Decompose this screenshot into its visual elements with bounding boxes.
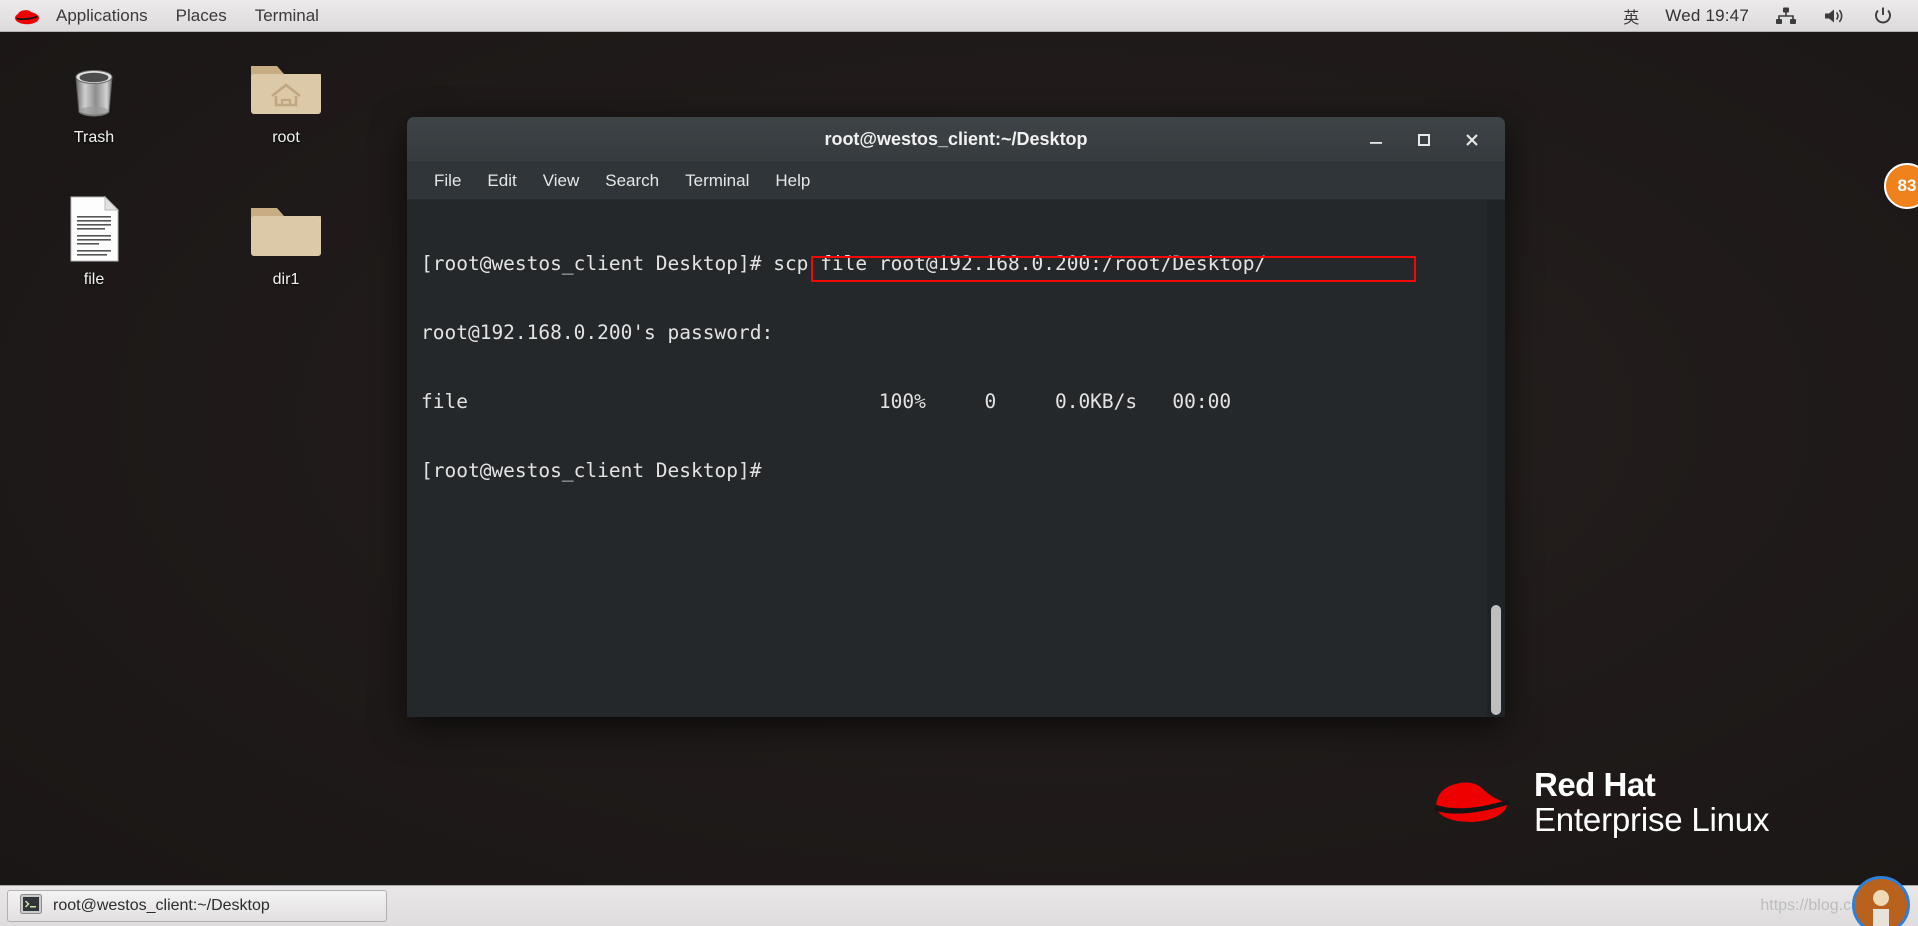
terminal-line: file 100% 0 0.0KB/s 00:00 <box>421 390 1232 413</box>
top-panel-right: 英 Wed 19:47 <box>1610 0 1918 31</box>
desktop-icon-label: file <box>83 271 105 288</box>
folder-icon <box>230 188 342 264</box>
network-icon[interactable] <box>1762 0 1810 31</box>
desktop-icon-file[interactable]: file <box>38 188 150 290</box>
terminal-body[interactable]: [root@westos_client Desktop]# scp file r… <box>407 200 1505 717</box>
clock[interactable]: Wed 19:47 <box>1652 0 1762 31</box>
desktop-icon-dir1[interactable]: dir1 <box>230 188 342 290</box>
taskbar-window-label: root@westos_client:~/Desktop <box>53 897 270 914</box>
redhat-logo-icon <box>14 7 40 25</box>
desktop-icon-root[interactable]: root <box>230 46 342 148</box>
terminal-title: root@westos_client:~/Desktop <box>824 129 1088 149</box>
input-method-indicator[interactable]: 英 <box>1610 0 1652 31</box>
terminal-scrollbar[interactable] <box>1487 200 1505 717</box>
home-folder-icon <box>230 46 342 122</box>
terminal-menu-help[interactable]: Help <box>762 163 823 199</box>
desktop-icon-label: Trash <box>73 129 115 146</box>
terminal-menu-file[interactable]: File <box>421 163 474 199</box>
terminal-line: [root@westos_client Desktop]# scp file r… <box>421 252 1267 275</box>
terminal-menubar: File Edit View Search Terminal Help <box>407 163 1505 200</box>
minimize-button[interactable] <box>1365 129 1387 151</box>
rhel-line2: Enterprise Linux <box>1534 800 1770 838</box>
top-panel: Applications Places Terminal 英 Wed 19:47 <box>0 0 1918 32</box>
avatar[interactable] <box>1852 876 1910 926</box>
rhel-branding-text: Red Hat Enterprise Linux <box>1534 766 1770 838</box>
desktop-icon-label: dir1 <box>272 271 300 288</box>
desktop-icon-label: root <box>272 129 300 146</box>
terminal-menu[interactable]: Terminal <box>241 0 333 31</box>
taskbar-window-button[interactable]: root@westos_client:~/Desktop <box>7 890 387 922</box>
volume-icon[interactable] <box>1810 0 1860 31</box>
terminal-menu-view[interactable]: View <box>530 163 593 199</box>
terminal-scrollbar-thumb[interactable] <box>1491 605 1501 715</box>
rhel-line1: Red Hat <box>1534 766 1656 803</box>
desktop-icon-trash[interactable]: Trash <box>38 46 150 148</box>
taskbar: root@westos_client:~/Desktop https://blo… <box>0 876 1918 926</box>
trash-icon <box>38 46 150 122</box>
terminal-icon <box>20 893 42 919</box>
top-panel-left: Applications Places Terminal <box>0 0 333 31</box>
window-controls <box>1365 129 1505 151</box>
terminal-line: root@192.168.0.200's password: <box>421 321 774 344</box>
redhat-fedora-icon <box>1430 770 1514 835</box>
desktop-screen: Applications Places Terminal 英 Wed 19:47 <box>0 0 1918 926</box>
close-button[interactable] <box>1461 129 1483 151</box>
applications-menu[interactable]: Applications <box>42 0 162 31</box>
terminal-menu-edit[interactable]: Edit <box>474 163 529 199</box>
terminal-titlebar[interactable]: root@westos_client:~/Desktop <box>407 117 1505 163</box>
power-icon[interactable] <box>1860 0 1906 31</box>
terminal-line: [root@westos_client Desktop]# <box>421 459 762 482</box>
places-menu[interactable]: Places <box>162 0 241 31</box>
maximize-button[interactable] <box>1413 129 1435 151</box>
terminal-menu-terminal[interactable]: Terminal <box>672 163 762 199</box>
terminal-menu-search[interactable]: Search <box>592 163 672 199</box>
terminal-window[interactable]: root@westos_client:~/Desktop File Edit V… <box>407 117 1505 717</box>
document-icon <box>38 188 150 264</box>
terminal-output: [root@westos_client Desktop]# scp file r… <box>421 206 1479 528</box>
clock-label: Wed 19:47 <box>1665 5 1749 25</box>
rhel-branding: Red Hat Enterprise Linux <box>1430 766 1770 838</box>
